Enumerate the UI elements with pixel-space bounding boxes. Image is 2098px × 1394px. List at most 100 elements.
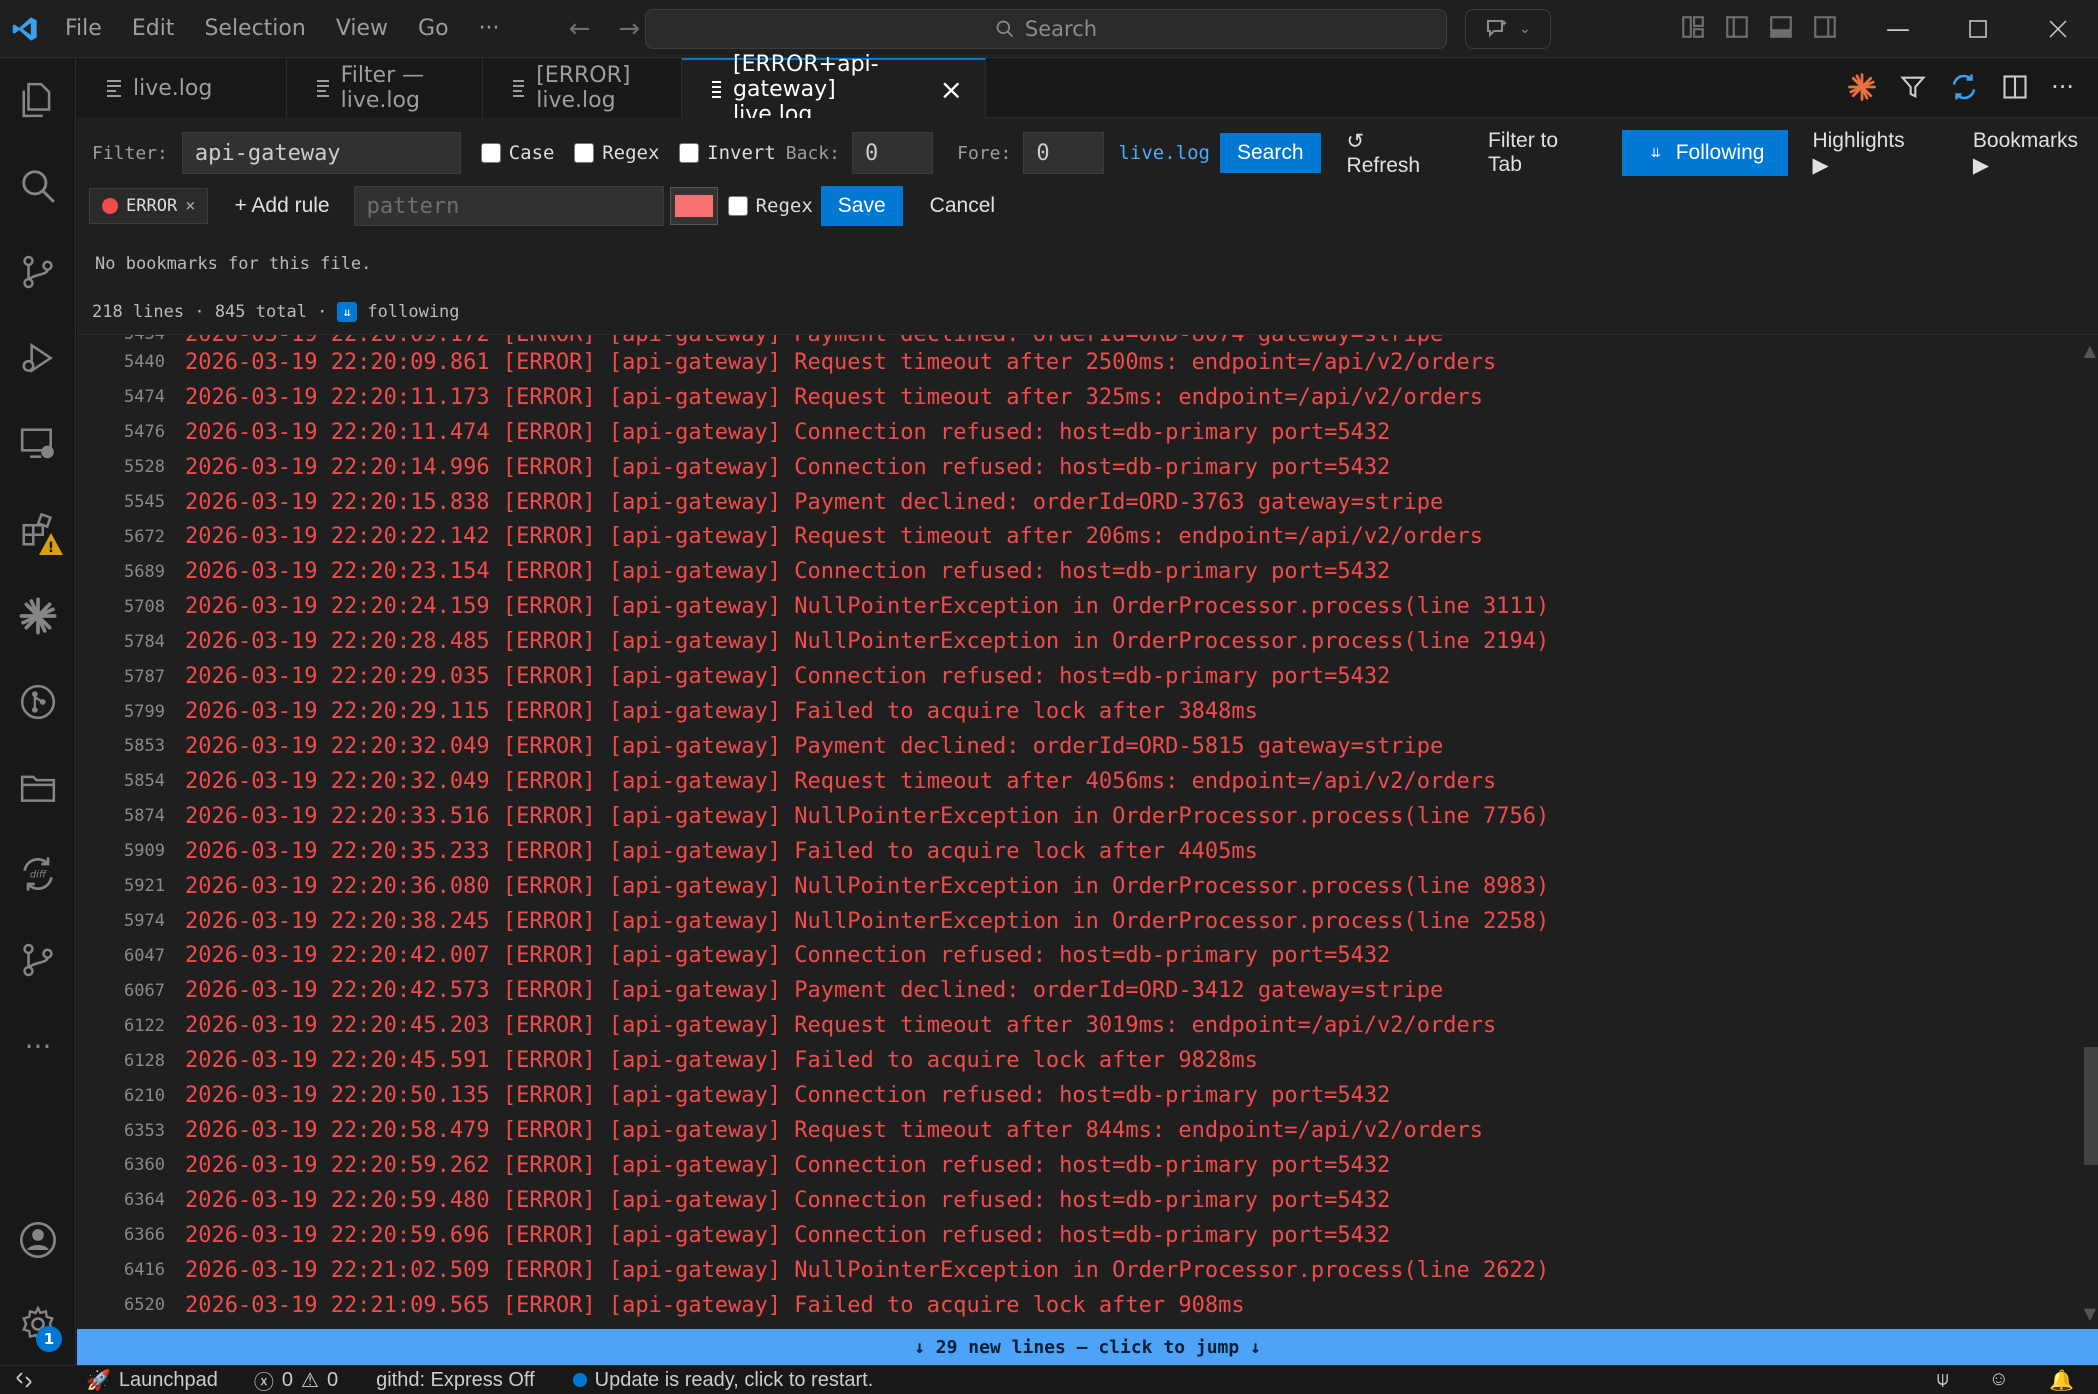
log-line[interactable]: 6360 2026-03-19 22:20:59.262 [ERROR] [api…	[77, 1148, 1390, 1183]
invert-checkbox[interactable]	[679, 143, 700, 163]
regex-checkbox[interactable]	[574, 143, 595, 163]
close-window-icon[interactable]	[2018, 0, 2098, 58]
remove-rule-icon[interactable]: ×	[185, 196, 195, 216]
folder-icon[interactable]	[14, 764, 62, 812]
toggle-primary-sidebar-icon[interactable]	[1724, 14, 1750, 40]
log-line[interactable]: 5474 2026-03-19 22:20:11.173 [ERROR] [api…	[77, 380, 1483, 415]
filter-input[interactable]: api-gateway	[181, 132, 461, 174]
back-context-input[interactable]: 0	[851, 132, 934, 174]
remote-indicator-icon[interactable]	[0, 1370, 46, 1390]
log-line[interactable]: 5708 2026-03-19 22:20:24.159 [ERROR] [api…	[77, 589, 1549, 624]
run-debug-icon[interactable]	[14, 334, 62, 382]
log-line[interactable]: 6128 2026-03-19 22:20:45.591 [ERROR] [api…	[77, 1043, 1258, 1078]
menu-selection[interactable]: Selection	[189, 0, 320, 58]
file-link[interactable]: live.log	[1118, 142, 1210, 164]
close-icon[interactable]: ×	[926, 73, 985, 106]
menu-view[interactable]: View	[321, 0, 403, 58]
log-line[interactable]: 5974 2026-03-19 22:20:38.245 [ERROR] [api…	[77, 904, 1549, 939]
filter-icon[interactable]	[1899, 73, 1927, 101]
log-line[interactable]: 5909 2026-03-19 22:20:35.233 [ERROR] [api…	[77, 834, 1258, 869]
tab-error-api-gateway-live-log[interactable]: [ERROR+api-gateway] live.log ×	[682, 52, 986, 127]
command-center-search[interactable]: Search	[645, 9, 1447, 49]
jump-to-new-lines-bar[interactable]: ↓ 29 new lines — click to jump ↓	[77, 1329, 2098, 1365]
pin-icon[interactable]: ⍦	[1937, 1368, 1949, 1393]
scroll-up-icon[interactable]: ▲	[2084, 341, 2096, 360]
claude-spark-icon[interactable]	[1847, 72, 1877, 102]
log-line[interactable]: 5672 2026-03-19 22:20:22.142 [ERROR] [api…	[77, 520, 1483, 555]
log-line[interactable]: 6122 2026-03-19 22:20:45.203 [ERROR] [api…	[77, 1008, 1496, 1043]
tab-live-log[interactable]: live.log	[77, 58, 287, 118]
log-line[interactable]: 5528 2026-03-19 22:20:14.996 [ERROR] [api…	[77, 450, 1390, 485]
split-editor-icon[interactable]	[2001, 73, 2029, 101]
filter-to-tab-button[interactable]: Filter to Tab	[1488, 129, 1596, 177]
claude-spark-icon[interactable]	[14, 592, 62, 640]
following-button[interactable]: ⇊ Following	[1621, 130, 1789, 176]
bell-icon[interactable]: 🔔	[2049, 1368, 2074, 1393]
log-line[interactable]: 6210 2026-03-19 22:20:50.135 [ERROR] [api…	[77, 1078, 1390, 1113]
log-line[interactable]: 6366 2026-03-19 22:20:59.696 [ERROR] [api…	[77, 1218, 1390, 1253]
menu-more[interactable]: ···	[464, 0, 515, 58]
log-line[interactable]: 6067 2026-03-19 22:20:42.573 [ERROR] [api…	[77, 974, 1443, 1009]
log-line[interactable]: 5921 2026-03-19 22:20:36.080 [ERROR] [api…	[77, 869, 1549, 904]
log-line[interactable]: 5545 2026-03-19 22:20:15.838 [ERROR] [api…	[77, 485, 1443, 520]
rule-regex-checkbox[interactable]	[727, 196, 748, 216]
log-line[interactable]: 5854 2026-03-19 22:20:32.049 [ERROR] [api…	[77, 764, 1496, 799]
menu-edit[interactable]: Edit	[117, 0, 190, 58]
log-output[interactable]: 5434 2026-03-19 22:20:09.172 [ERROR] [ap…	[77, 334, 2098, 1329]
refresh-button[interactable]: ↺ Refresh	[1347, 129, 1443, 178]
log-line[interactable]: 6047 2026-03-19 22:20:42.007 [ERROR] [api…	[77, 939, 1390, 974]
tab-filter-live-log[interactable]: Filter — live.log	[287, 58, 483, 118]
githd-status[interactable]: githd: Express Off	[364, 1369, 547, 1392]
case-checkbox[interactable]	[480, 143, 501, 163]
add-rule-button[interactable]: + Add rule	[234, 194, 329, 218]
log-line[interactable]: 6416 2026-03-19 22:21:02.509 [ERROR] [api…	[77, 1253, 1549, 1288]
log-line[interactable]: 6520 2026-03-19 22:21:09.565 [ERROR] [api…	[77, 1288, 1245, 1323]
copilot-icon[interactable]: ☺	[1989, 1368, 2009, 1393]
more-actions-icon[interactable]: ···	[2051, 73, 2074, 101]
rule-color-picker[interactable]	[669, 187, 718, 225]
branch-icon[interactable]	[14, 936, 62, 984]
minimize-icon[interactable]: —	[1858, 0, 1938, 58]
source-control-icon[interactable]	[14, 248, 62, 296]
update-status[interactable]: Update is ready, click to restart.	[561, 1369, 886, 1392]
pattern-input[interactable]: pattern	[353, 186, 664, 226]
scrollbar-thumb[interactable]	[2084, 1047, 2098, 1165]
save-rule-button[interactable]: Save	[820, 186, 903, 226]
menu-file[interactable]: File	[50, 0, 117, 58]
toggle-panel-icon[interactable]	[1768, 14, 1794, 40]
menu-go[interactable]: Go	[403, 0, 464, 58]
search-icon[interactable]	[14, 162, 62, 210]
settings-gear-icon[interactable]: 1	[14, 1300, 62, 1352]
scroll-down-icon[interactable]: ▼	[2084, 1304, 2096, 1323]
git-graph-icon[interactable]	[14, 678, 62, 726]
chat-button[interactable]: ⌄	[1465, 9, 1551, 49]
highlight-rule-chip[interactable]: ERROR ×	[89, 188, 209, 224]
toggle-secondary-sidebar-icon[interactable]	[1812, 14, 1838, 40]
log-line[interactable]: 5440 2026-03-19 22:20:09.861 [ERROR] [api…	[77, 345, 1496, 380]
account-icon[interactable]	[14, 1216, 62, 1264]
log-line[interactable]: 5787 2026-03-19 22:20:29.035 [ERROR] [api…	[77, 659, 1390, 694]
log-line[interactable]: 6353 2026-03-19 22:20:58.479 [ERROR] [api…	[77, 1113, 1483, 1148]
search-button[interactable]: Search	[1220, 133, 1321, 173]
maximize-icon[interactable]	[1938, 0, 2018, 58]
customize-layout-icon[interactable]	[1680, 14, 1706, 40]
log-line[interactable]: 6364 2026-03-19 22:20:59.480 [ERROR] [api…	[77, 1183, 1390, 1218]
extensions-icon[interactable]: !	[14, 506, 63, 556]
fore-context-input[interactable]: 0	[1023, 132, 1105, 174]
log-line[interactable]: 5784 2026-03-19 22:20:28.485 [ERROR] [api…	[77, 624, 1549, 659]
diff-icon[interactable]: diff	[14, 850, 62, 898]
more-icon[interactable]: ···	[14, 1022, 62, 1070]
log-line[interactable]: 5853 2026-03-19 22:20:32.049 [ERROR] [api…	[77, 729, 1443, 764]
problems-status[interactable]: ⓧ 0 ⚠ 0	[242, 1366, 350, 1394]
highlights-button[interactable]: Highlights ▶	[1812, 129, 1924, 178]
tab-error-live-log[interactable]: [ERROR] live.log	[483, 58, 682, 118]
bookmarks-button[interactable]: Bookmarks ▶	[1973, 129, 2098, 178]
log-line[interactable]: 5689 2026-03-19 22:20:23.154 [ERROR] [api…	[77, 555, 1390, 590]
back-arrow-icon[interactable]: ←	[555, 14, 605, 44]
cancel-rule-button[interactable]: Cancel	[930, 194, 995, 218]
log-line[interactable]: 5874 2026-03-19 22:20:33.516 [ERROR] [api…	[77, 799, 1549, 834]
log-line[interactable]: 5799 2026-03-19 22:20:29.115 [ERROR] [api…	[77, 694, 1258, 729]
explorer-icon[interactable]	[14, 76, 62, 124]
remote-explorer-icon[interactable]	[14, 420, 62, 468]
sync-icon[interactable]	[1949, 72, 1979, 102]
